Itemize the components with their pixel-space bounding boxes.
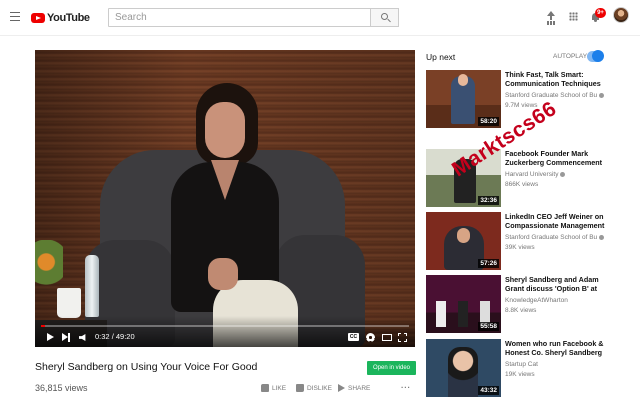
verified-icon bbox=[599, 92, 605, 98]
video-thumbnail[interactable]: 55:58 bbox=[426, 275, 501, 333]
video-duration: 55:58 bbox=[478, 322, 499, 331]
recommendation-views: 39K views bbox=[505, 244, 535, 251]
autoplay-toggle[interactable] bbox=[587, 50, 604, 62]
plant bbox=[35, 240, 63, 295]
recommendation-item[interactable]: 57:26 LinkedIn CEO Jeff Weiner on Compas… bbox=[426, 212, 604, 270]
recommendation-title[interactable]: Think Fast, Talk Smart: Communication Te… bbox=[505, 70, 605, 88]
progress-fill bbox=[41, 325, 46, 327]
recommendation-item[interactable]: 55:58 Sheryl Sandberg and Adam Grant dis… bbox=[426, 275, 604, 333]
video-player[interactable]: 0:32 / 49:20 CC bbox=[35, 50, 415, 347]
channel-name: Stanford Graduate School of Bu bbox=[505, 92, 605, 99]
progress-bar[interactable] bbox=[41, 325, 409, 327]
youtube-logo[interactable]: YouTube bbox=[31, 10, 90, 26]
channel-name: Stanford Graduate School of Bu bbox=[505, 234, 605, 241]
recommendation-item[interactable]: 43:32 Women who run Facebook & Honest Co… bbox=[426, 339, 604, 397]
water-bottle bbox=[85, 255, 99, 317]
recommendation-title[interactable]: Sheryl Sandberg and Adam Grant discuss '… bbox=[505, 275, 605, 293]
up-next-heading: Up next bbox=[426, 52, 456, 62]
theater-mode-icon[interactable] bbox=[382, 334, 392, 341]
share-button[interactable]: SHARE bbox=[338, 384, 370, 392]
recommendation-views: 8.8K views bbox=[505, 307, 537, 314]
search-input[interactable] bbox=[108, 8, 371, 27]
video-thumbnail[interactable]: 43:32 bbox=[426, 339, 501, 397]
current-time: 0:32 bbox=[95, 332, 110, 341]
video-title: Sheryl Sandberg on Using Your Voice For … bbox=[35, 361, 258, 373]
recommendation-title[interactable]: Facebook Founder Mark Zuckerberg Commenc… bbox=[505, 149, 605, 167]
like-button[interactable]: LIKE bbox=[261, 384, 286, 392]
apps-grid-icon[interactable] bbox=[569, 12, 578, 21]
mug bbox=[57, 288, 81, 318]
verified-icon bbox=[560, 171, 566, 177]
time-display: 0:32 / 49:20 bbox=[95, 332, 135, 341]
upload-icon[interactable] bbox=[546, 11, 556, 23]
recommendation-title[interactable]: LinkedIn CEO Jeff Weiner on Compassionat… bbox=[505, 212, 605, 230]
verified-icon bbox=[599, 234, 605, 240]
recommendation-views: 19K views bbox=[505, 371, 535, 378]
channel-name: KnowledgeAtWharton bbox=[505, 297, 568, 304]
recommendation-title[interactable]: Women who run Facebook & Honest Co. Sher… bbox=[505, 339, 605, 357]
recommendation-views: 866K views bbox=[505, 181, 539, 188]
video-duration: 43:32 bbox=[478, 386, 499, 395]
open-in-video-button[interactable]: Open in video bbox=[367, 361, 416, 375]
video-duration: 57:26 bbox=[478, 259, 499, 268]
channel-name: Harvard University bbox=[505, 171, 605, 178]
captions-icon[interactable]: CC bbox=[348, 333, 359, 341]
share-icon bbox=[338, 384, 345, 392]
player-controls bbox=[35, 316, 415, 347]
video-duration: 58:20 bbox=[478, 117, 499, 126]
play-logo-icon bbox=[31, 13, 45, 23]
more-actions-button[interactable]: ... bbox=[401, 381, 411, 390]
next-icon[interactable] bbox=[62, 333, 71, 342]
thumb-down-icon bbox=[296, 384, 304, 392]
duration: 49:20 bbox=[115, 332, 135, 341]
video-thumbnail[interactable]: 58:20 bbox=[426, 70, 501, 128]
avatar[interactable] bbox=[613, 7, 629, 23]
video-duration: 32:36 bbox=[478, 196, 499, 205]
settings-gear-icon[interactable] bbox=[366, 333, 375, 342]
play-icon[interactable] bbox=[47, 333, 54, 341]
dislike-button[interactable]: DISLIKE bbox=[296, 384, 332, 392]
hamburger-menu-icon[interactable] bbox=[10, 12, 20, 21]
channel-name: Startup Cat bbox=[505, 361, 538, 368]
video-thumbnail[interactable]: 57:26 bbox=[426, 212, 501, 270]
view-count: 36,815 views bbox=[35, 383, 88, 393]
search-icon bbox=[381, 13, 388, 20]
logo-text: YouTube bbox=[47, 12, 90, 24]
masthead: YouTube 9+ bbox=[0, 0, 640, 36]
search-button[interactable] bbox=[370, 8, 399, 27]
fullscreen-icon[interactable] bbox=[398, 333, 407, 342]
notification-badge: 9+ bbox=[595, 8, 606, 18]
autoplay-label: AUTOPLAY bbox=[553, 53, 588, 60]
thumb-up-icon bbox=[261, 384, 269, 392]
